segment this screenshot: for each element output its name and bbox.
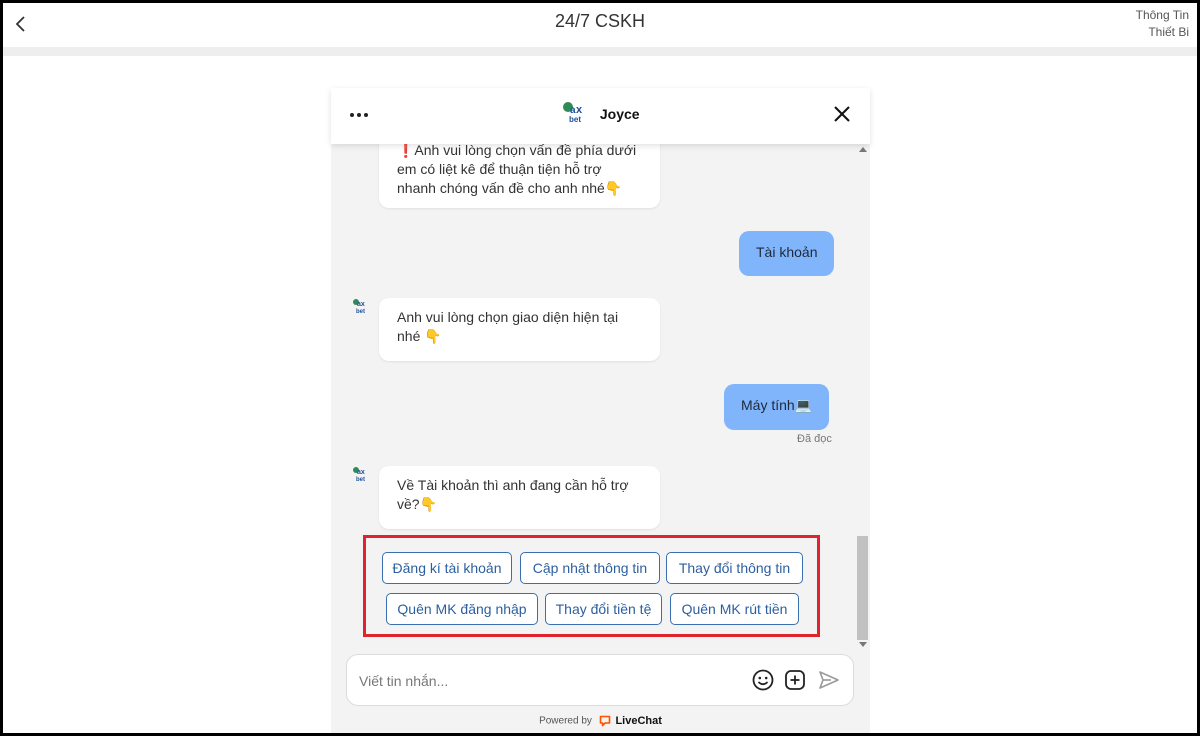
agent-avatar-icon: ax bet xyxy=(353,299,365,314)
quick-reply-update-info[interactable]: Cập nhật thông tin xyxy=(520,552,660,584)
livechat-logo-icon xyxy=(599,715,610,727)
scroll-up-arrow-icon[interactable] xyxy=(859,147,867,152)
send-icon[interactable] xyxy=(817,668,841,692)
close-chat-button[interactable] xyxy=(832,104,852,124)
scroll-down-arrow-icon[interactable] xyxy=(859,642,867,647)
user-message: Tài khoản xyxy=(739,231,835,276)
svg-text:bet: bet xyxy=(569,115,581,124)
message-input[interactable] xyxy=(357,669,741,693)
agent-avatar-icon: ax bet xyxy=(353,467,365,482)
page-title: 24/7 CSKH xyxy=(554,11,646,31)
quick-reply-change-info[interactable]: Thay đổi thông tin xyxy=(666,552,803,584)
powered-by-footer[interactable]: Powered by LiveChat xyxy=(331,715,870,727)
svg-text:bet: bet xyxy=(356,309,365,314)
message-composer xyxy=(346,654,854,706)
app-top-bar: 24/7 CSKH Thông Tin Thiết Bi xyxy=(3,3,1197,47)
message-text: Tài khoản xyxy=(756,244,818,260)
svg-text:bet: bet xyxy=(356,477,365,482)
agent-info: a x bet Joyce xyxy=(331,100,870,128)
chat-widget: a x bet Joyce ❗Anh vui lòng chọn vấn đề … xyxy=(331,88,870,733)
svg-text:ax: ax xyxy=(357,469,365,476)
quick-reply-forgot-withdraw-password[interactable]: Quên MK rút tiền xyxy=(670,593,799,625)
quick-replies-highlight: Đăng kí tài khoản Cập nhật thông tin Tha… xyxy=(363,535,820,637)
message-text: ❗Anh vui lòng chọn vấn đề phía dưới em c… xyxy=(397,144,637,196)
top-bar-divider xyxy=(3,47,1197,56)
powered-by-label: Powered by xyxy=(539,715,592,727)
close-icon xyxy=(834,106,850,122)
message-scrollbar[interactable] xyxy=(856,144,870,652)
agent-message: Về Tài khoản thì anh đang cần hỗ trợ về?… xyxy=(379,466,660,529)
quick-reply-forgot-login-password[interactable]: Quên MK đăng nhập xyxy=(386,593,538,625)
message-text: Anh vui lòng chọn giao diện hiện tại nhé… xyxy=(397,309,619,344)
device-info-line-1: Thông Tin xyxy=(1135,8,1189,22)
quick-reply-change-currency[interactable]: Thay đổi tiền tệ xyxy=(545,593,662,625)
agent-message: ❗Anh vui lòng chọn vấn đề phía dưới em c… xyxy=(379,144,660,208)
livechat-brand: LiveChat xyxy=(615,715,662,727)
svg-text:ax: ax xyxy=(357,301,365,308)
smiley-icon[interactable] xyxy=(751,668,775,692)
read-status: Đã đọc xyxy=(797,433,832,445)
device-info-link[interactable]: Thông Tin Thiết Bi xyxy=(1136,7,1189,41)
quick-reply-register-account[interactable]: Đăng kí tài khoản xyxy=(382,552,512,584)
agent-name: Joyce xyxy=(599,106,640,122)
user-message: Máy tính💻 xyxy=(724,384,830,430)
message-text: Máy tính💻 xyxy=(741,397,813,413)
scrollbar-thumb[interactable] xyxy=(857,536,868,640)
device-info-line-2: Thiết Bi xyxy=(1148,25,1189,39)
plus-square-icon[interactable] xyxy=(783,668,807,692)
chat-header: a x bet Joyce xyxy=(331,88,870,144)
message-text: Về Tài khoản thì anh đang cần hỗ trợ về?… xyxy=(397,477,629,512)
agent-message: Anh vui lòng chọn giao diện hiện tại nhé… xyxy=(379,298,660,361)
agent-logo-icon: a x bet xyxy=(563,102,583,124)
